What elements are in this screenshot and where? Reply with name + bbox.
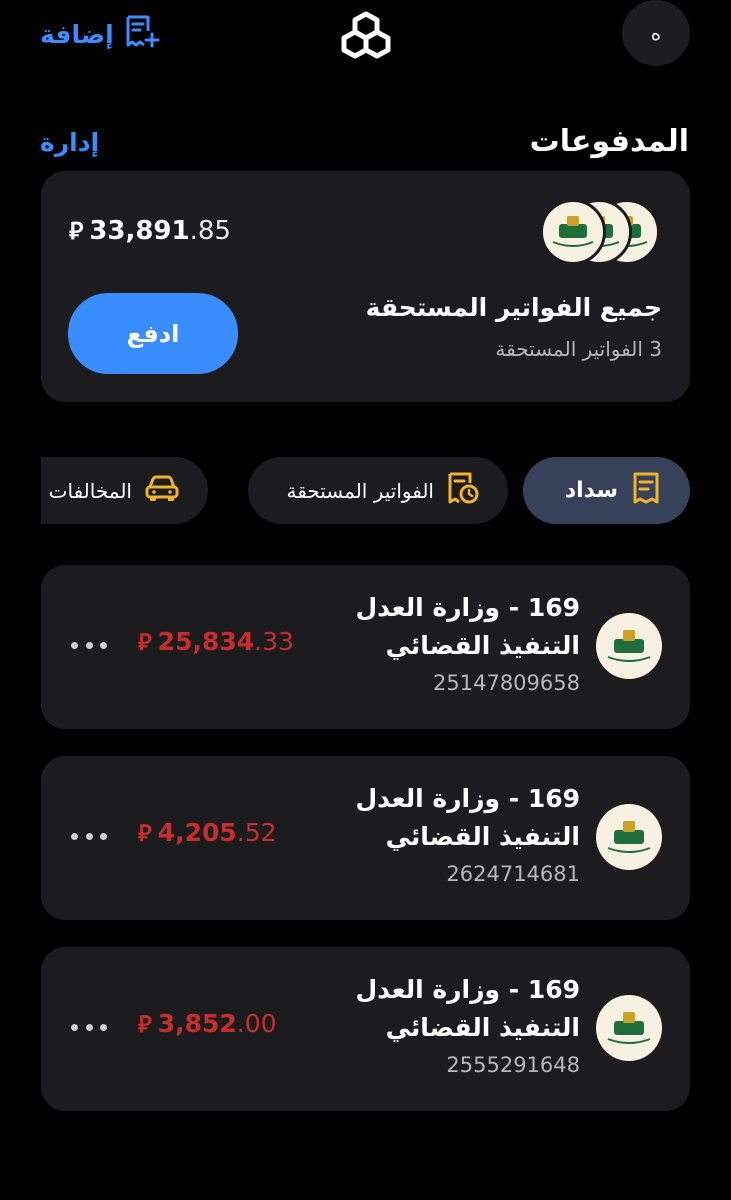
- tab-label: سداد: [564, 478, 618, 503]
- amount-decimal: .33: [254, 627, 294, 656]
- summary-subtitle: 3 الفواتير المستحقة: [495, 337, 662, 361]
- avatar-initial: ه: [650, 21, 662, 45]
- bill-number: 2624714681: [446, 862, 580, 886]
- amount-integer: 4,205: [157, 818, 237, 847]
- total-due-amount: ⃁ 33,891.85: [69, 215, 231, 246]
- total-integer: 33,891: [89, 216, 190, 246]
- tab-due-bills[interactable]: الفواتير المستحقة: [248, 457, 508, 524]
- car-icon: [144, 473, 180, 508]
- amount-decimal: .00: [236, 1009, 277, 1038]
- manage-link[interactable]: إدارة: [40, 128, 99, 157]
- summary-title: جميع الفواتير المستحقة: [365, 293, 662, 322]
- bill-title: 169 - وزارة العدل: [355, 784, 580, 813]
- more-options-icon[interactable]: [69, 816, 109, 856]
- ministry-of-justice-logo-icon: [540, 199, 606, 265]
- add-button[interactable]: إضافة: [40, 14, 160, 54]
- tab-violations[interactable]: المخالفات: [41, 457, 208, 524]
- riyal-symbol-icon: ⃁: [69, 217, 84, 245]
- riyal-symbol-icon: ⃁: [138, 821, 152, 847]
- add-label: إضافة: [40, 19, 114, 49]
- bill-card[interactable]: 169 - وزارة العدل التنفيذ القضائي 255529…: [41, 947, 690, 1111]
- payments-title: المدفوعات: [529, 124, 689, 159]
- bill-title: 169 - وزارة العدل: [355, 593, 580, 622]
- riyal-symbol-icon: ⃁: [138, 1012, 152, 1038]
- total-decimal: .85: [189, 216, 231, 246]
- avatar[interactable]: ه: [622, 0, 690, 66]
- tab-label: الفواتير المستحقة: [286, 478, 435, 503]
- riyal-symbol-icon: ⃁: [138, 630, 152, 656]
- ministry-of-justice-logo-icon: [596, 613, 662, 679]
- amount-integer: 25,834: [157, 627, 255, 656]
- biller-logo-stack: [540, 199, 662, 267]
- bill-number: 2555291648: [446, 1053, 580, 1077]
- top-bar: إضافة ه: [0, 0, 731, 70]
- category-tabs: سداد الفواتير المستحقة المخالفات: [41, 457, 690, 525]
- bill-amount: ⃁ 25,834.33: [138, 627, 294, 657]
- more-options-icon[interactable]: [69, 625, 109, 665]
- bill-card[interactable]: 169 - وزارة العدل التنفيذ القضائي 262471…: [41, 756, 690, 920]
- amount-integer: 3,852: [157, 1009, 237, 1038]
- amount-decimal: .52: [236, 818, 277, 847]
- due-bills-summary-card[interactable]: ⃁ 33,891.85 ادفع جميع الفواتير المستحقة …: [41, 171, 690, 402]
- bill-subtitle: التنفيذ القضائي: [385, 631, 580, 660]
- bill-clock-icon: [446, 471, 480, 510]
- bill-title: 169 - وزارة العدل: [355, 975, 580, 1004]
- pay-button[interactable]: ادفع: [68, 293, 238, 374]
- ministry-of-justice-logo-icon: [596, 995, 662, 1061]
- bill-number: 25147809658: [433, 671, 580, 695]
- ministry-of-justice-logo-icon: [596, 804, 662, 870]
- receipt-plus-icon: [124, 14, 160, 54]
- tab-sadad[interactable]: سداد: [523, 457, 690, 524]
- bill-subtitle: التنفيذ القضائي: [385, 1013, 580, 1042]
- bank-logo-icon: [340, 10, 392, 62]
- more-options-icon[interactable]: [69, 1007, 109, 1047]
- tab-label: المخالفات: [48, 478, 132, 503]
- bill-amount: ⃁ 4,205.52: [138, 818, 277, 848]
- bill-amount: ⃁ 3,852.00: [138, 1009, 277, 1039]
- bill-card[interactable]: 169 - وزارة العدل التنفيذ القضائي 251478…: [41, 565, 690, 729]
- bill-subtitle: التنفيذ القضائي: [385, 822, 580, 851]
- receipt-icon: [630, 471, 662, 511]
